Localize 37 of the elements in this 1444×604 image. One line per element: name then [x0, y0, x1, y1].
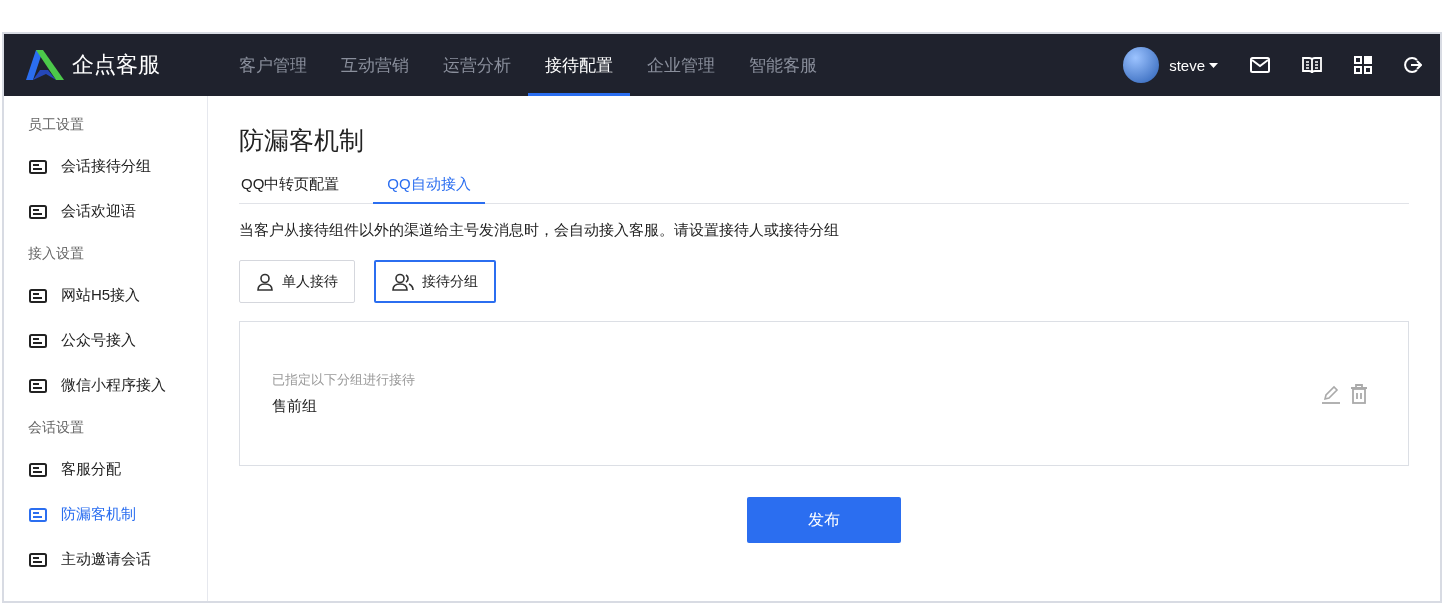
user-menu[interactable]: steve	[1169, 56, 1218, 74]
logout-icon[interactable]	[1404, 56, 1422, 74]
nav-tab[interactable]: 接待配置	[528, 34, 630, 96]
sidebar-item[interactable]: 公众号接入	[28, 318, 207, 363]
mode-button[interactable]: 接待分组	[374, 260, 496, 303]
mode-button[interactable]: 单人接待	[239, 260, 355, 303]
sidebar-item[interactable]: 微信小程序接入	[28, 363, 207, 408]
tab[interactable]: QQ自动接入	[373, 175, 485, 204]
nav-tab[interactable]: 运营分析	[426, 34, 528, 96]
avatar-icon[interactable]	[1123, 47, 1160, 83]
book-icon[interactable]	[1302, 56, 1322, 74]
grid-icon[interactable]	[1354, 56, 1372, 74]
page-title: 防漏客机制	[239, 125, 365, 156]
person-icon	[256, 272, 274, 291]
nav-tab[interactable]: 客户管理	[222, 34, 324, 96]
sidebar-item[interactable]: 客服分配	[28, 447, 207, 492]
group-name: 售前组	[272, 397, 318, 416]
sidebar-item[interactable]: 会话欢迎语	[28, 189, 207, 234]
hint-text: 已指定以下分组进行接待	[272, 371, 416, 389]
caret-icon	[1209, 62, 1218, 68]
sidebar-item[interactable]: 防漏客机制	[28, 492, 207, 537]
logo-icon	[26, 50, 64, 80]
sidebar-item[interactable]: 主动邀请会话	[28, 537, 207, 582]
mail-icon[interactable]	[1250, 57, 1270, 73]
sidebar-item[interactable]: 会话接待分组	[28, 144, 207, 189]
nav-tab[interactable]: 互动营销	[324, 34, 426, 96]
section-title: 员工设置	[28, 116, 85, 134]
brand-name: 企点客服	[72, 51, 160, 79]
section-title: 接入设置	[28, 245, 85, 263]
people-icon	[392, 272, 414, 291]
description-text: 当客户从接待组件以外的渠道给主号发消息时，会自动接入客服。请设置接待人或接待分组	[239, 221, 840, 240]
nav-tab[interactable]: 智能客服	[732, 34, 834, 96]
nav-tab[interactable]: 企业管理	[630, 34, 732, 96]
tab[interactable]: QQ中转页配置	[239, 175, 342, 204]
sidebar-item[interactable]: 网站H5接入	[28, 273, 207, 318]
publish-button[interactable]: 发布	[747, 497, 901, 543]
section-title: 会话设置	[28, 419, 85, 437]
